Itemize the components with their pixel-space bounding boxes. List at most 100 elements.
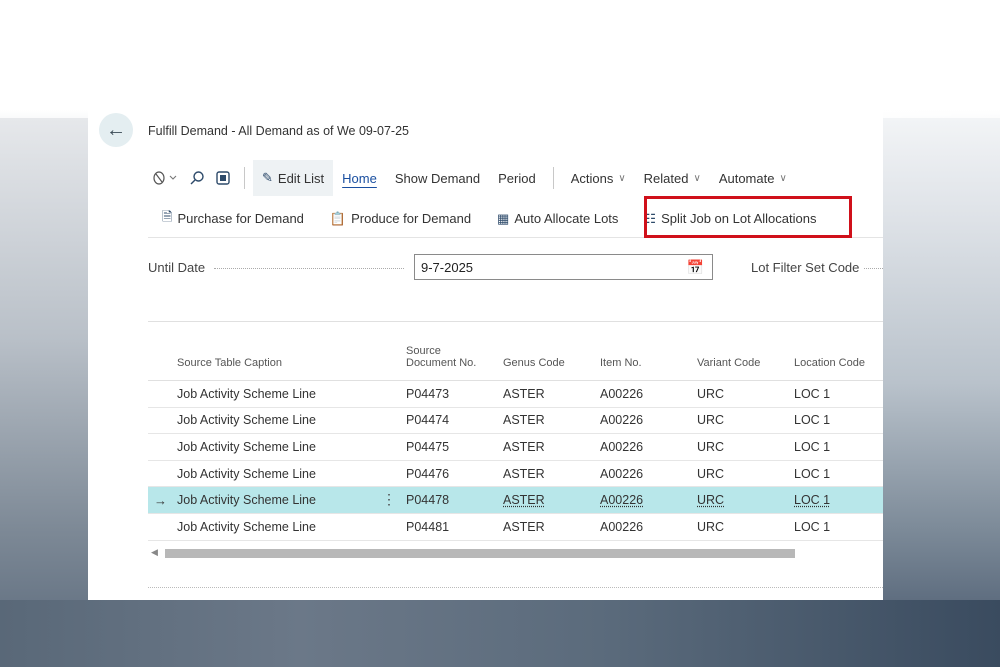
header-variant-code[interactable]: Variant Code [697,357,794,369]
dotted-leader [214,268,404,269]
until-date-value: 9-7-2025 [421,260,474,275]
grid-icon: ▦ [497,210,510,226]
cell-item: A00226 [600,466,644,481]
arrow-left-icon: ← [106,118,126,141]
produce-label: Produce for Demand [351,211,472,226]
auto-allocate-label: Auto Allocate Lots [514,211,619,226]
dotted-divider [148,587,883,588]
cell-item: A00226 [600,413,644,428]
purchase-for-demand-button[interactable]: 🗎 Purchase for Demand [148,208,316,230]
background-right [883,118,1000,600]
cell-genus[interactable]: ASTER [503,493,600,507]
dotted-leader [864,268,883,269]
cell-doc[interactable]: P04473 [406,387,503,401]
highlight-box [644,196,852,238]
header-source-document-no[interactable]: Source Document No. [406,345,503,369]
header-source-table-caption[interactable]: Source Table Caption [177,357,406,369]
background-bottom [0,600,1000,667]
cell-genus: ASTER [503,439,545,454]
cell-caption: Job Activity Scheme Line [177,413,316,428]
scrollbar-thumb[interactable] [165,549,795,558]
chevron-down-icon: ∨ [618,172,626,184]
automate-menu[interactable]: Automate ∨ [710,160,796,196]
search-icon-svg [190,171,204,185]
cell-variant: URC [697,413,725,428]
edit-list-button[interactable]: ✎ Edit List [253,160,334,196]
open-in-new-window-icon[interactable] [210,165,236,191]
edit-list-label: Edit List [277,170,325,186]
tab-show-demand[interactable]: Show Demand [386,160,489,196]
cell-variant: URC [697,386,725,401]
table-header: Source Table Caption Source Document No.… [148,322,883,381]
selected-row-arrow-icon: → [154,492,167,508]
header-item-no[interactable]: Item No. [600,357,697,369]
header-genus-code[interactable]: Genus Code [503,357,600,369]
cell-genus: ASTER [503,519,545,534]
cell-item: A00226 [600,439,644,454]
cell-caption: Job Activity Scheme Line [177,386,316,401]
clipboard-icon: 📋 [329,210,347,226]
related-label: Related [643,170,689,186]
action-bar: ✎ Edit List Home Show Demand Period Acti… [148,160,883,196]
table-row[interactable]: Job Activity Scheme Line P04481 ASTER A0… [148,514,883,541]
window-icon-svg [216,171,230,185]
chevron-down-icon: ∨ [779,172,787,184]
cell-genus: ASTER [503,386,545,401]
cell-variant[interactable]: URC [697,493,794,507]
table-row[interactable]: Job Activity Scheme Line P04476 ASTER A0… [148,461,883,488]
copilot-icon[interactable] [148,165,184,191]
cell-location: LOC 1 [794,519,831,534]
cell-location: LOC 1 [794,466,831,481]
cell-caption: Job Activity Scheme Line [177,439,316,454]
row-menu-dots-icon[interactable]: ⋮ [382,491,396,508]
purchase-label: Purchase for Demand [177,211,304,226]
horizontal-scrollbar[interactable]: ◀ [148,546,883,560]
cell-location[interactable]: LOC 1 [794,493,883,507]
actions-label: Actions [570,170,614,186]
cell-caption: Job Activity Scheme Line [177,519,316,534]
produce-for-demand-button[interactable]: 📋 Produce for Demand [316,211,483,227]
auto-allocate-lots-button[interactable]: ▦ Auto Allocate Lots [483,211,630,227]
calendar-icon[interactable]: 📅 [687,259,704,276]
cell-variant: URC [697,466,725,481]
table-row-selected[interactable]: → Job Activity Scheme Line ⋮ P04478 ASTE… [148,487,883,514]
until-date-input[interactable]: 9-7-2025 📅 [414,254,713,280]
cell-caption: Job Activity Scheme Line [177,493,316,508]
cell-variant: URC [697,519,725,534]
actions-menu[interactable]: Actions ∨ [562,160,635,196]
tab-period[interactable]: Period [489,160,545,196]
cell-doc[interactable]: P04474 [406,413,503,427]
lot-filter-set-code-label: Lot Filter Set Code [751,260,860,275]
cell-genus: ASTER [503,466,545,481]
cell-genus: ASTER [503,413,545,428]
page-title: Fulfill Demand - All Demand as of We 09-… [148,124,409,138]
copilot-icon-svg [153,171,177,185]
cell-location: LOC 1 [794,413,831,428]
search-icon[interactable] [184,165,210,191]
cell-caption: Job Activity Scheme Line [177,466,316,481]
cell-doc[interactable]: P04481 [406,520,503,534]
header-line: Source [406,345,441,357]
background-left [0,118,90,667]
cell-doc[interactable]: P04478 [406,493,503,507]
until-date-label: Until Date [148,260,206,275]
cell-item[interactable]: A00226 [600,493,697,507]
scroll-left-icon[interactable]: ◀ [151,547,158,558]
edit-list-icon: ✎ [262,170,273,185]
cell-doc[interactable]: P04476 [406,467,503,481]
chevron-down-icon: ∨ [693,172,701,184]
divider [244,167,245,189]
table-row[interactable]: Job Activity Scheme Line P04474 ASTER A0… [148,408,883,435]
table-row[interactable]: Job Activity Scheme Line P04475 ASTER A0… [148,434,883,461]
automate-label: Automate [718,170,775,186]
demand-table: Source Table Caption Source Document No.… [148,321,883,541]
divider [552,167,554,189]
table-row[interactable]: Job Activity Scheme Line P04473 ASTER A0… [148,381,883,408]
tab-home[interactable]: Home [333,160,386,196]
back-button[interactable]: ← [99,113,133,147]
cell-item: A00226 [600,519,644,534]
cell-location: LOC 1 [794,386,831,401]
cell-doc[interactable]: P04475 [406,440,503,454]
related-menu[interactable]: Related ∨ [635,160,710,196]
header-location-code[interactable]: Location Code [794,357,883,369]
